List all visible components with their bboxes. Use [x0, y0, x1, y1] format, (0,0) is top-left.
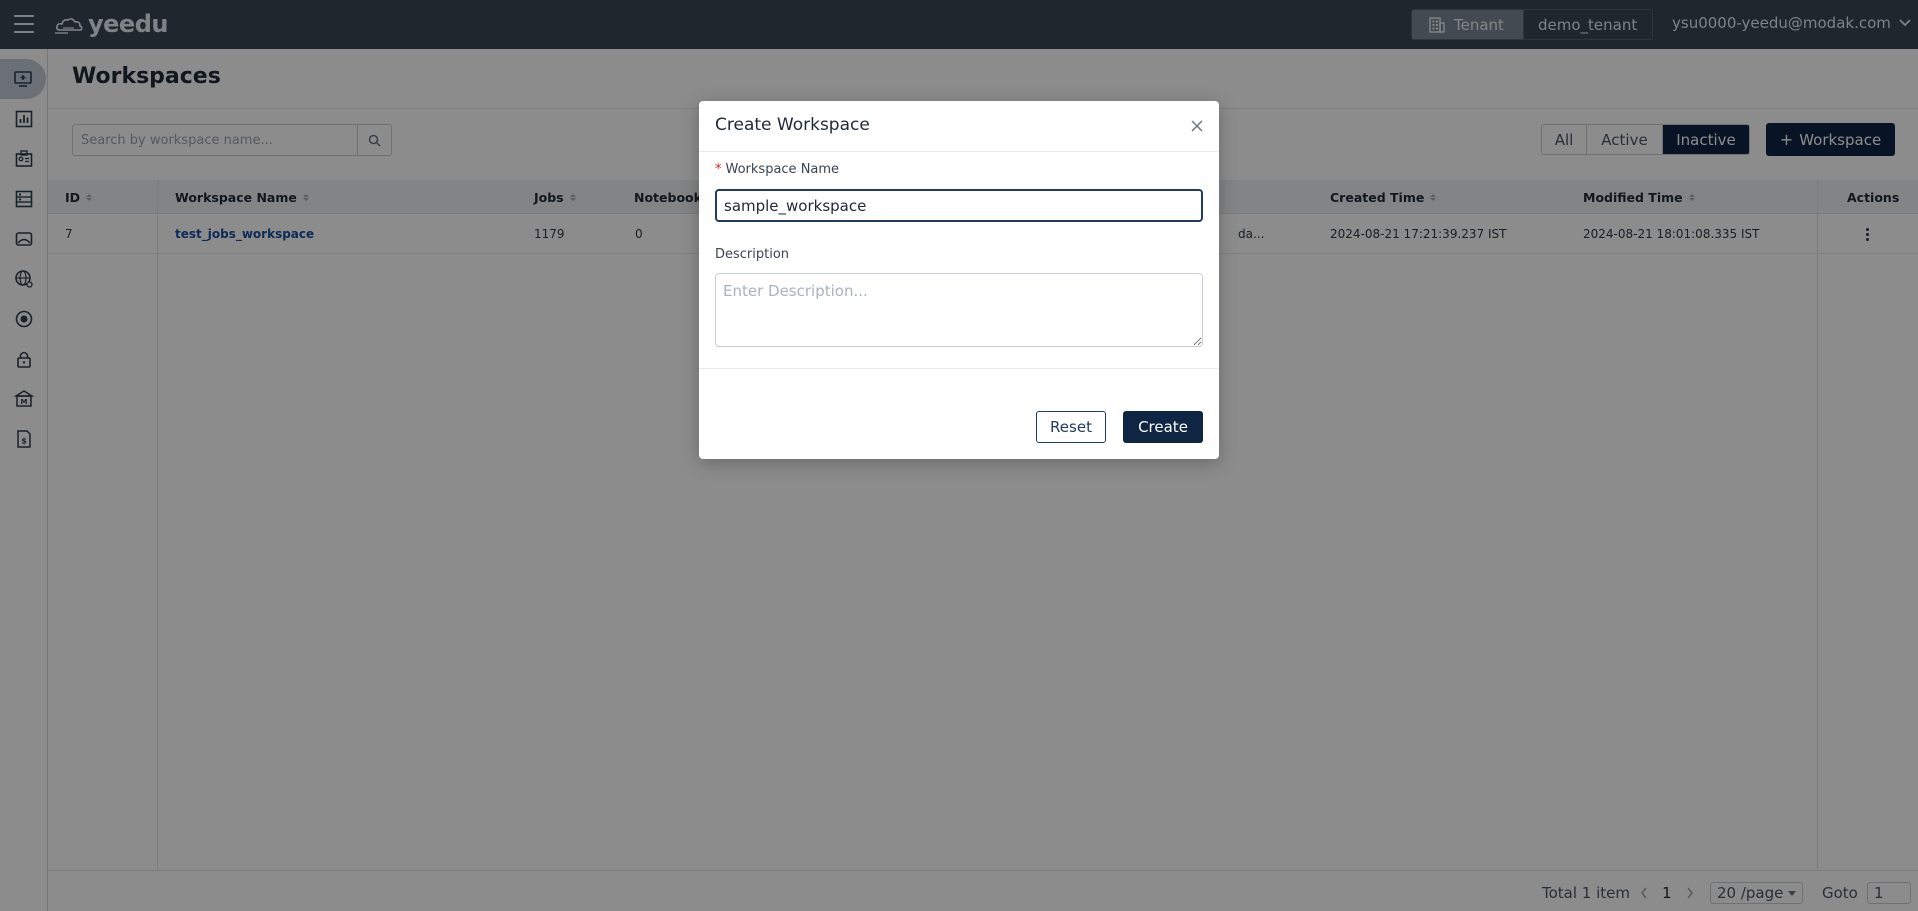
required-marker: * [715, 162, 722, 177]
modal-title: Create Workspace [715, 115, 870, 135]
modal-header: Create Workspace [699, 101, 1219, 152]
description-label: Description [715, 247, 790, 262]
reset-button[interactable]: Reset [1036, 411, 1106, 443]
create-button[interactable]: Create [1123, 411, 1203, 443]
modal-divider [699, 368, 1219, 369]
close-icon[interactable] [1189, 118, 1205, 134]
workspace-name-input[interactable] [715, 189, 1203, 222]
create-workspace-modal: Create Workspace *Workspace Name Descrip… [699, 101, 1219, 459]
description-textarea[interactable] [715, 273, 1203, 347]
workspace-name-label: * Workspace Name [715, 162, 840, 177]
